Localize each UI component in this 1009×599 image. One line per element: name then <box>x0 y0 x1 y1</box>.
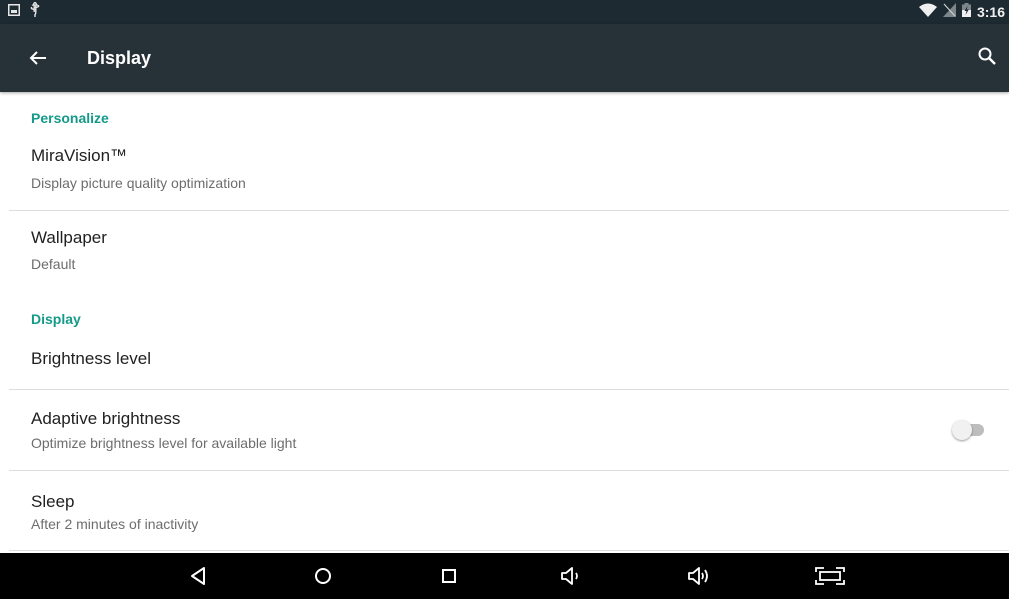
navigation-bar <box>0 553 1009 599</box>
setting-summary: Optimize brightness level for available … <box>31 435 297 451</box>
status-time: 3:16 <box>976 4 1005 20</box>
category-display: Display <box>31 311 81 327</box>
usb-icon <box>30 1 40 22</box>
gallery-notification-icon <box>8 3 20 21</box>
volume-up-icon[interactable] <box>686 563 712 589</box>
back-triangle-icon[interactable] <box>186 563 212 589</box>
setting-item-sleep[interactable]: Sleep After 2 minutes of inactivity <box>0 471 1009 551</box>
home-circle-icon[interactable] <box>310 563 336 589</box>
recents-square-icon[interactable] <box>436 563 462 589</box>
divider <box>9 550 1009 551</box>
category-personalize: Personalize <box>31 110 109 126</box>
page-title: Display <box>87 48 152 68</box>
setting-item-brightness-level[interactable]: Brightness level <box>0 330 1009 388</box>
no-sim-icon <box>942 2 956 22</box>
toggle-thumb <box>952 420 972 440</box>
search-icon[interactable] <box>975 44 999 68</box>
setting-title: Sleep <box>31 492 75 511</box>
status-left-icons <box>8 0 40 24</box>
status-right-icons: 3:16 <box>918 0 1005 24</box>
setting-summary: Default <box>31 256 76 272</box>
setting-item-adaptive-brightness[interactable]: Adaptive brightness Optimize brightness … <box>0 390 1009 470</box>
screenshot-icon[interactable] <box>814 563 845 589</box>
setting-summary: Display picture quality optimization <box>31 175 246 191</box>
status-bar: 3:16 <box>0 0 1009 24</box>
adaptive-brightness-toggle[interactable] <box>952 420 986 440</box>
setting-title: Adaptive brightness <box>31 409 181 428</box>
back-arrow-icon[interactable] <box>26 46 50 70</box>
battery-charging-icon <box>961 2 971 22</box>
setting-title: Brightness level <box>31 349 152 368</box>
volume-down-icon[interactable] <box>558 563 584 589</box>
setting-title: Wallpaper <box>31 228 107 247</box>
setting-item-miravision[interactable]: MiraVision™ Display picture quality opti… <box>0 130 1009 210</box>
setting-title: MiraVision™ <box>31 146 128 165</box>
wifi-icon <box>918 3 937 22</box>
app-toolbar: Display <box>0 24 1009 92</box>
setting-item-wallpaper[interactable]: Wallpaper Default <box>0 211 1009 291</box>
setting-summary: After 2 minutes of inactivity <box>31 516 199 532</box>
